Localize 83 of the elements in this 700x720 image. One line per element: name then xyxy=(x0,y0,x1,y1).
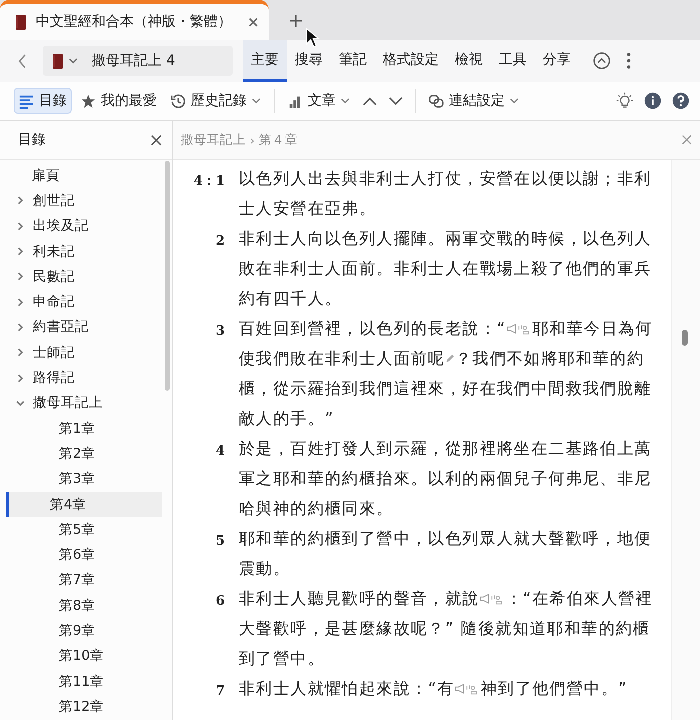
verse-text: 以色列人出去與非利士人打仗，安營在以便以謝；非利士人安營在亞弗。 xyxy=(239,168,653,220)
chapter-item[interactable]: 第9章 xyxy=(6,618,162,644)
book-icon xyxy=(16,14,26,30)
menu-tab[interactable]: 筆記 xyxy=(331,40,375,82)
chapter-item[interactable]: 第3章 xyxy=(6,466,162,492)
toolbar-button[interactable]: 歷史記錄 xyxy=(166,88,266,114)
list-icon xyxy=(19,94,34,108)
menu-tab[interactable]: 搜尋 xyxy=(287,40,331,82)
verse-number: 2 xyxy=(214,233,226,251)
history-icon xyxy=(171,94,186,108)
info-icon[interactable] xyxy=(644,92,662,110)
lightbulb-icon[interactable] xyxy=(616,92,634,110)
verse-number: 5 xyxy=(214,533,226,551)
toolbar-button[interactable]: 文章 xyxy=(283,88,355,114)
chevron-right-icon[interactable] xyxy=(16,374,25,383)
chapter-item[interactable]: 第1章 xyxy=(6,416,162,442)
link-icon xyxy=(429,94,444,108)
breadcrumb-separator: › xyxy=(250,132,255,148)
book-icon xyxy=(53,52,63,70)
chapter-item[interactable]: 第8章 xyxy=(6,593,162,618)
toolbar-button[interactable]: 連結設定 xyxy=(424,88,524,114)
star-icon xyxy=(81,94,96,108)
chevron-right-icon[interactable] xyxy=(16,247,25,256)
chapter-item[interactable]: 第5章 xyxy=(6,517,162,542)
verse-text: 非利士人就懼怕起來說：“有 神到了他們營中。” xyxy=(239,678,628,700)
book-item[interactable]: 利未記 xyxy=(0,238,172,264)
verse-number: 3 xyxy=(214,323,226,341)
book-selector[interactable]: 撒母耳記上 4 xyxy=(43,46,233,76)
chevron-right-icon[interactable] xyxy=(16,348,25,358)
chapter-item[interactable]: 第6章 xyxy=(6,542,162,568)
toolbar-button[interactable]: 目錄 xyxy=(14,88,72,114)
book-item[interactable]: 申命記 xyxy=(0,289,172,315)
chapter-item[interactable]: 第11章 xyxy=(6,668,162,694)
menu-tab[interactable]: 檢視 xyxy=(447,40,491,82)
chevron-right-icon[interactable] xyxy=(16,272,25,282)
collapse-icon[interactable] xyxy=(593,52,611,70)
help-icon[interactable] xyxy=(672,92,690,110)
verse-text: 非利士人聽見歡呼的聲音，就說 ：“在希伯來人營裡大聲歡呼，是甚麼緣故呢？” 隨後就知道耶和華的約櫃到了營中。 xyxy=(239,588,654,670)
menu-tab[interactable]: 主要 xyxy=(243,40,287,82)
book-item[interactable]: 創世記 xyxy=(0,188,172,214)
chevron-right-icon[interactable] xyxy=(16,196,25,206)
chapter-item[interactable]: 第10章 xyxy=(6,644,162,669)
book-item[interactable]: 約書亞記 xyxy=(0,314,172,340)
sidebar-title: 目錄 xyxy=(18,131,46,149)
book-item[interactable]: 扉頁 xyxy=(0,163,172,188)
verse-text: 百姓回到營裡，以色列的長老說：“ 耶和華今日為何使我們敗在非利士人面前呢 ？我們不如將耶和華的約櫃，從示羅抬到我們這裡來，好在我們中間救我們脫離敵人的手。” xyxy=(239,318,654,430)
chapter-item[interactable]: 第4章 xyxy=(6,492,162,518)
scrollbar[interactable] xyxy=(671,160,700,720)
toolbar-button[interactable]: 我的最愛 xyxy=(76,88,162,114)
verse-text: 耶和華的約櫃到了營中，以色列眾人就大聲歡呼，地便震動。 xyxy=(239,528,653,580)
back-icon[interactable] xyxy=(18,54,27,68)
pencil-icon[interactable] xyxy=(445,354,456,364)
scrollbar[interactable] xyxy=(165,161,170,391)
menu-tab[interactable]: 分享 xyxy=(535,40,579,82)
chevron-right-icon[interactable] xyxy=(16,298,25,307)
chevron-down-icon xyxy=(69,58,78,64)
verse-text: 非利士人向以色列人擺陣。兩軍交戰的時候，以色列人敗在非利士人面前。非利士人在戰場上殺了他們的軍兵約有四千人。 xyxy=(239,228,653,310)
document-tab[interactable]: 中文聖經和合本（神版・繁體） xyxy=(0,0,269,40)
chevron-down-icon[interactable] xyxy=(16,398,25,408)
close-icon[interactable] xyxy=(151,134,162,146)
chevron-up-icon[interactable] xyxy=(363,96,377,106)
verse-number: 6 xyxy=(214,593,226,611)
verse-number: 4：1 xyxy=(192,173,226,191)
book-item[interactable]: 士師記 xyxy=(0,340,172,366)
close-icon[interactable] xyxy=(248,16,259,28)
chapter-item[interactable]: 第7章 xyxy=(6,568,162,594)
menu-tab[interactable]: 格式設定 xyxy=(375,40,447,82)
tab-title: 中文聖經和合本（神版・繁體） xyxy=(36,13,232,31)
verse-number: 7 xyxy=(214,683,226,701)
book-item[interactable]: 出埃及記 xyxy=(0,214,172,239)
book-item[interactable]: 民數記 xyxy=(0,264,172,290)
book-item[interactable]: 撒母耳記上 xyxy=(0,390,172,416)
verse-number: 4 xyxy=(214,443,226,461)
menu-tab[interactable]: 工具 xyxy=(491,40,535,82)
more-icon[interactable] xyxy=(627,53,631,69)
chapter-item[interactable]: 第2章 xyxy=(6,441,162,467)
chevron-right-icon[interactable] xyxy=(16,222,25,231)
chevron-down-icon[interactable] xyxy=(389,96,403,106)
verse-text: 於是，百姓打發人到示羅，從那裡將坐在二基路伯上萬軍之耶和華的約櫃抬來。以利的兩個兒子何弗尼、非尼哈與神的約櫃同來。 xyxy=(239,438,653,520)
chapter-item[interactable]: 第12章 xyxy=(6,694,162,720)
new-tab-icon[interactable] xyxy=(289,14,303,28)
chevron-right-icon[interactable] xyxy=(16,322,25,332)
book-item[interactable]: 路得記 xyxy=(0,365,172,391)
